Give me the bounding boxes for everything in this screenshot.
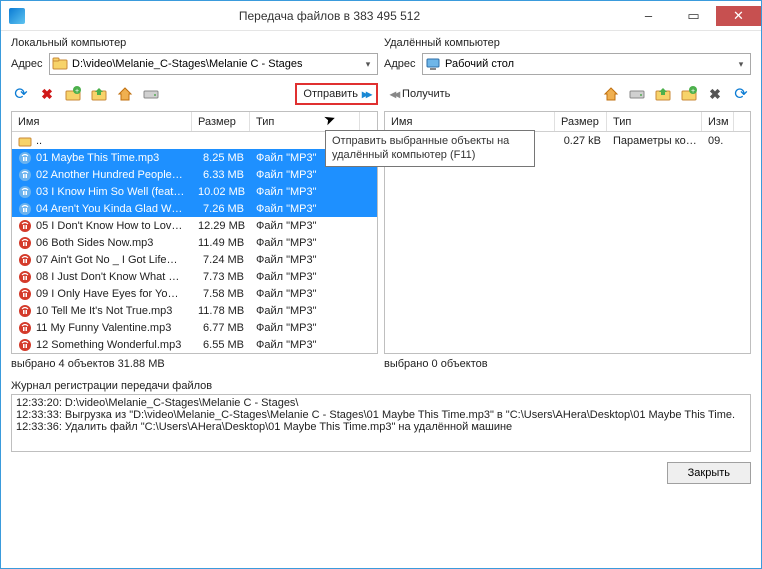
file-row[interactable]: 07 Ain't Got No _ I Got Life…7.24 MBФайл… — [12, 251, 377, 268]
new-folder-icon[interactable]: + — [679, 84, 699, 104]
file-row[interactable]: 09 I Only Have Eyes for Yo…7.58 MBФайл "… — [12, 285, 377, 302]
receive-arrow-icon: ◂◂ — [390, 87, 398, 101]
remote-address-combo[interactable]: Рабочий стол ▾ — [422, 53, 751, 75]
local-address-label: Адрес — [11, 58, 45, 70]
desktop-icon — [425, 56, 441, 72]
local-grid-header: Имя Размер Тип — [12, 112, 377, 132]
delete-icon[interactable]: ✖ — [37, 84, 57, 104]
local-panel: Локальный компьютер Адрес D:\video\Melan… — [11, 37, 378, 354]
remote-panel-title: Удалённый компьютер — [384, 37, 751, 49]
file-row[interactable]: 12 Something Wonderful.mp36.55 MBФайл "M… — [12, 336, 377, 353]
dropdown-icon[interactable]: ▾ — [361, 59, 375, 70]
home-icon[interactable] — [601, 84, 621, 104]
receive-button[interactable]: ◂◂ Получить — [384, 85, 456, 103]
minimize-button[interactable]: – — [626, 6, 671, 26]
dropdown-icon[interactable]: ▾ — [734, 59, 748, 70]
file-row[interactable]: 05 I Don't Know How to Lov…12.29 MBФайл … — [12, 217, 377, 234]
file-row[interactable]: 01 Maybe This Time.mp38.25 MBФайл "MP3" — [12, 149, 377, 166]
log-line: 12:33:20: D:\video\Melanie_C-Stages\Mela… — [16, 397, 746, 409]
remote-panel: Удалённый компьютер Адрес Рабочий стол ▾… — [384, 37, 751, 354]
close-button[interactable]: ✕ — [716, 6, 761, 26]
file-row[interactable]: 08 I Just Don't Know What …7.73 MBФайл "… — [12, 268, 377, 285]
maximize-button[interactable]: ▭ — [671, 6, 716, 26]
parent-folder-icon[interactable] — [89, 84, 109, 104]
remote-address-label: Адрес — [384, 58, 418, 70]
col-type[interactable]: Тип — [607, 112, 702, 131]
parent-dir-row[interactable]: .. — [12, 132, 377, 149]
col-name[interactable]: Имя — [385, 112, 555, 131]
local-panel-title: Локальный компьютер — [11, 37, 378, 49]
local-address-combo[interactable]: D:\video\Melanie_C-Stages\Melanie C - St… — [49, 53, 378, 75]
svg-text:+: + — [691, 88, 695, 95]
remote-grid-header: Имя Размер Тип Изм — [385, 112, 750, 132]
transfer-log[interactable]: 12:33:20: D:\video\Melanie_C-Stages\Mela… — [11, 394, 751, 452]
col-size[interactable]: Размер — [192, 112, 250, 131]
log-line: 12:33:33: Выгрузка из "D:\video\Melanie_… — [16, 409, 746, 421]
file-row[interactable]: 11 My Funny Valentine.mp36.77 MBФайл "MP… — [12, 319, 377, 336]
send-label: Отправить — [303, 88, 358, 100]
app-icon — [9, 8, 25, 24]
delete-icon[interactable]: ✖ — [705, 84, 725, 104]
remote-address-text: Рабочий стол — [445, 58, 734, 70]
window-title: Передача файлов в 383 495 512 — [33, 9, 626, 23]
send-tooltip: Отправить выбранные объекты на удалённый… — [325, 130, 535, 167]
local-address-text: D:\video\Melanie_C-Stages\Melanie C - St… — [72, 58, 361, 70]
log-line: 12:33:36: Удалить файл "C:\Users\AHera\D… — [16, 421, 746, 433]
new-folder-icon[interactable]: + — [63, 84, 83, 104]
send-arrow-icon: ▸▸ — [362, 87, 370, 101]
col-type[interactable]: Тип — [250, 112, 360, 131]
col-size[interactable]: Размер — [555, 112, 607, 131]
local-status: выбрано 4 объектов 31.88 MB — [11, 356, 378, 372]
col-name[interactable]: Имя — [12, 112, 192, 131]
remote-status: выбрано 0 объектов — [384, 356, 751, 372]
local-file-grid[interactable]: Имя Размер Тип ..01 Maybe This Time.mp38… — [11, 111, 378, 354]
log-title: Журнал регистрации передачи файлов — [11, 380, 751, 392]
file-row[interactable]: 02 Another Hundred People…6.33 MBФайл "M… — [12, 166, 377, 183]
remote-toolbar: ◂◂ Получить + ✖ ⟳ — [384, 79, 751, 109]
col-modified[interactable]: Изм — [702, 112, 734, 131]
home-icon[interactable] — [115, 84, 135, 104]
close-dialog-button[interactable]: Закрыть — [667, 462, 751, 484]
receive-label: Получить — [402, 88, 450, 100]
send-button[interactable]: Отправить ▸▸ — [295, 83, 378, 105]
titlebar: Передача файлов в 383 495 512 – ▭ ✕ — [1, 1, 761, 31]
file-row[interactable]: 03 I Know Him So Well (feat…10.02 MBФайл… — [12, 183, 377, 200]
file-row[interactable]: 06 Both Sides Now.mp311.49 MBФайл "MP3" — [12, 234, 377, 251]
folder-icon — [52, 56, 68, 72]
window-controls: – ▭ ✕ — [626, 6, 761, 26]
refresh-icon[interactable]: ⟳ — [11, 84, 31, 104]
file-row[interactable]: 10 Tell Me It's Not True.mp311.78 MBФайл… — [12, 302, 377, 319]
drive-icon[interactable] — [627, 84, 647, 104]
refresh-icon[interactable]: ⟳ — [731, 84, 751, 104]
drive-icon[interactable] — [141, 84, 161, 104]
file-row[interactable]: 04 Aren't You Kinda Glad W…7.26 MBФайл "… — [12, 200, 377, 217]
svg-text:+: + — [75, 88, 79, 95]
parent-folder-icon[interactable] — [653, 84, 673, 104]
local-toolbar: ⟳ ✖ + Отправить ▸▸ — [11, 79, 378, 109]
